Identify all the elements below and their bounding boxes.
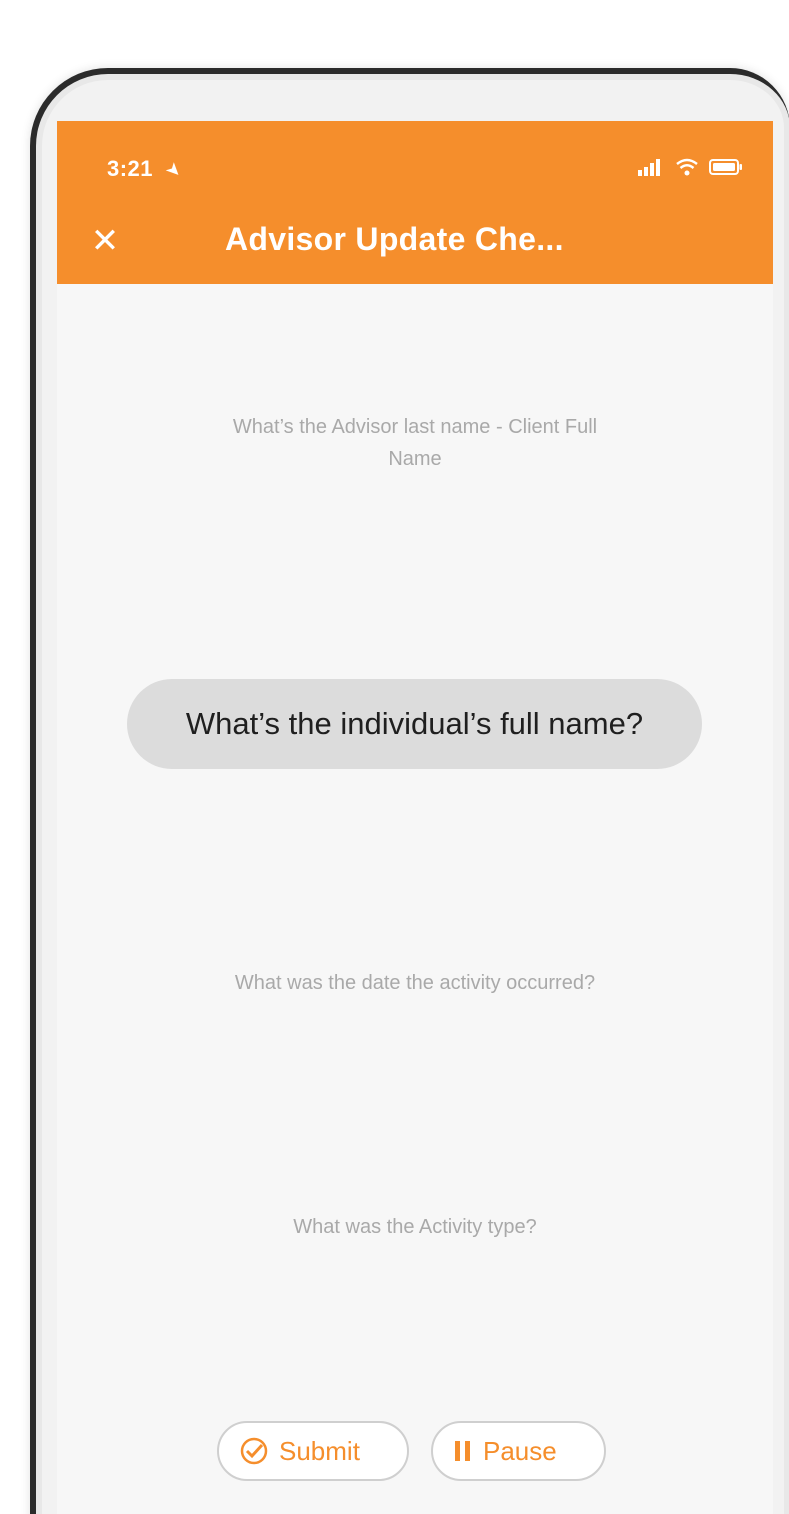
pause-icon bbox=[453, 1438, 473, 1464]
location-arrow-icon: ➤ bbox=[161, 157, 187, 183]
question-activity-type[interactable]: What was the Activity type? bbox=[57, 1211, 773, 1243]
pause-label: Pause bbox=[483, 1435, 557, 1466]
app-screen: 3:21 ➤ ✕ Advisor Update Che... What’s th… bbox=[57, 121, 773, 1514]
wifi-icon bbox=[676, 158, 698, 176]
status-time-text: 3:21 bbox=[107, 156, 154, 181]
signal-icon bbox=[638, 159, 660, 176]
page-title: Advisor Update Che... bbox=[225, 221, 564, 257]
pause-button[interactable]: Pause bbox=[431, 1421, 606, 1481]
question-activity-date[interactable]: What was the date the activity occurred? bbox=[57, 967, 773, 999]
question-advisor-name[interactable]: What’s the Advisor last name - Client Fu… bbox=[57, 411, 773, 475]
submit-label: Submit bbox=[279, 1435, 360, 1466]
question-text: What was the Activity type? bbox=[293, 1216, 537, 1238]
close-button[interactable]: ✕ bbox=[85, 221, 125, 261]
check-circle-icon bbox=[239, 1436, 269, 1466]
question-text: What was the date the activity occurred? bbox=[234, 972, 596, 994]
battery-icon bbox=[709, 159, 742, 175]
active-question-pill[interactable]: What’s the individual’s full name? bbox=[127, 679, 702, 769]
status-icons bbox=[637, 158, 743, 176]
action-row: Submit Pause bbox=[217, 1421, 606, 1481]
header-bar: 3:21 ➤ ✕ Advisor Update Che... bbox=[57, 121, 773, 284]
question-text: What’s the Advisor last name - Client Fu… bbox=[232, 416, 598, 470]
submit-button[interactable]: Submit bbox=[217, 1421, 409, 1481]
app-stage: 3:21 ➤ ✕ Advisor Update Che... What’s th… bbox=[0, 0, 789, 1514]
status-time: 3:21 ➤ bbox=[107, 156, 186, 183]
